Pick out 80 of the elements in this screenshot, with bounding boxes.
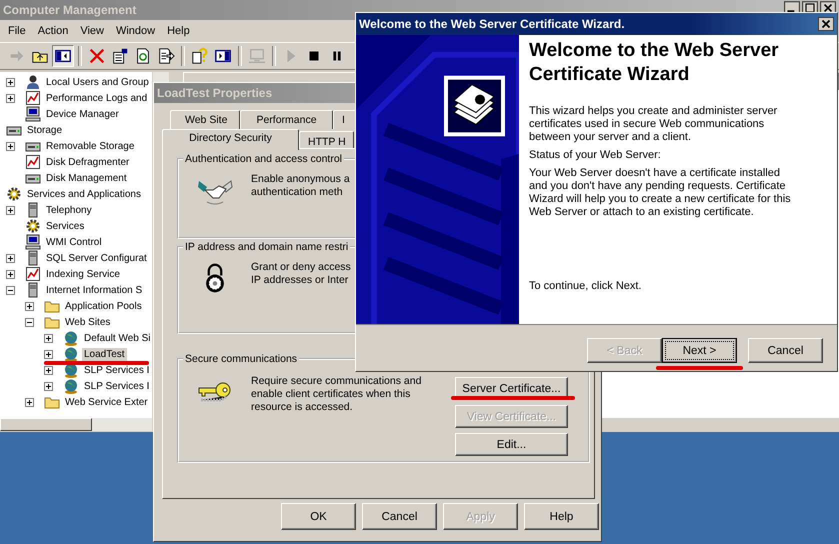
wizard-text: This wizard helps you create and administer server certificates used in secure Web communications between your server and a client.: [529, 105, 778, 144]
tree-item[interactable]: Performance Logs and: [44, 92, 150, 104]
tree-item[interactable]: SLP Services I: [82, 380, 152, 392]
description-text: Enable anonymous a: [251, 173, 350, 186]
expand-toggle[interactable]: [25, 302, 34, 310]
chart-icon: [25, 154, 41, 170]
description-text: resource is accessed.: [251, 401, 354, 414]
expand-toggle[interactable]: [25, 398, 34, 406]
tab[interactable]: Directory Security: [162, 129, 299, 150]
menu-item[interactable]: View: [74, 23, 110, 39]
tree-item[interactable]: SLP Services I: [82, 364, 152, 376]
description-text: Require secure communications and: [251, 375, 422, 388]
tree-pane-icon[interactable]: [52, 45, 74, 67]
chart-icon: [25, 266, 41, 282]
expand-toggle[interactable]: [25, 318, 34, 326]
menu-item[interactable]: Window: [110, 23, 162, 39]
expand-toggle[interactable]: [44, 350, 53, 358]
gear-icon: [6, 186, 22, 202]
expand-toggle[interactable]: [6, 286, 15, 294]
expand-toggle[interactable]: [6, 94, 15, 102]
menu-item[interactable]: File: [2, 23, 32, 39]
tree-item[interactable]: Application Pools: [63, 300, 144, 312]
group-title: IP address and domain name restri: [184, 241, 350, 253]
tree-item[interactable]: Storage: [25, 124, 64, 136]
expand-toggle[interactable]: [6, 78, 15, 86]
globe-icon: [63, 378, 79, 394]
computer-icon: [25, 234, 41, 250]
wizard-button[interactable]: Next >: [662, 338, 737, 363]
user-icon: [25, 74, 41, 90]
wizard-text: Status of your Web Server:: [529, 149, 662, 162]
group-title: Authentication and access control: [184, 153, 344, 165]
wizard-button[interactable]: Cancel: [748, 338, 823, 363]
expand-toggle[interactable]: [44, 382, 53, 390]
close-icon[interactable]: [818, 17, 834, 31]
chart-icon: [25, 90, 41, 106]
tree-item[interactable]: WMI Control: [44, 236, 104, 248]
description-text: Grant or deny access: [251, 261, 351, 274]
description-text: authentication meth: [251, 186, 344, 199]
expand-toggle[interactable]: [6, 142, 15, 150]
tree-item[interactable]: Local Users and Group: [44, 76, 151, 88]
wizard-text: Your Web Server doesn't have a certificate installed and you don't have any pending requests. Certificate Wizard will help you to create a new certificate for this Web Server or attach to an existing certificate.: [529, 167, 792, 219]
dialog-button[interactable]: Help: [524, 503, 599, 530]
menu-item[interactable]: Help: [161, 23, 196, 39]
tree-item[interactable]: Disk Management: [44, 172, 129, 184]
tree-item[interactable]: LoadTest: [82, 348, 127, 360]
tab[interactable]: HTTP H: [299, 131, 354, 148]
dialog-button[interactable]: OK: [281, 503, 356, 530]
tree-item[interactable]: Indexing Service: [44, 268, 122, 280]
tree-item[interactable]: Telephony: [44, 204, 94, 216]
window-title: Computer Management: [3, 3, 136, 17]
tree-item[interactable]: Web Sites: [63, 316, 112, 328]
globe-icon: [63, 330, 79, 346]
scrollbar[interactable]: [0, 418, 152, 431]
description-text: IP addresses or Inter: [251, 274, 350, 287]
gear-icon: [25, 218, 41, 234]
expand-toggle[interactable]: [44, 366, 53, 374]
tree-item[interactable]: SQL Server Configurat: [44, 252, 149, 264]
tree-item[interactable]: Internet Information S: [44, 284, 144, 296]
expand-toggle[interactable]: [6, 270, 15, 278]
expand-toggle[interactable]: [6, 254, 15, 262]
globe-icon: [63, 346, 79, 362]
tree-item[interactable]: Services and Applications: [25, 188, 143, 200]
action-button[interactable]: Edit...: [455, 433, 568, 456]
tree-item[interactable]: Default Web Si: [82, 332, 152, 344]
tree-item[interactable]: Services: [44, 220, 86, 232]
tree-item[interactable]: Device Manager: [44, 108, 121, 120]
menu-item[interactable]: Action: [32, 23, 74, 39]
tree-item[interactable]: Disk Defragmenter: [44, 156, 132, 168]
wizard-heading: Welcome to the Web Server Certificate Wizard: [529, 39, 780, 87]
dialog-button[interactable]: Cancel: [362, 503, 437, 530]
expand-toggle[interactable]: [6, 206, 15, 214]
window-title: Welcome to the Web Server Certificate Wizard.: [359, 17, 625, 31]
description-text: enable client certificates when this: [251, 388, 412, 401]
computer-icon: [25, 106, 41, 122]
window-title: LoadTest Properties: [157, 86, 272, 100]
wizard-text: To continue, click Next.: [529, 280, 642, 293]
tree-item[interactable]: Web Service Exter: [63, 396, 150, 408]
expand-toggle[interactable]: [44, 334, 53, 342]
tree-item[interactable]: Removable Storage: [44, 140, 136, 152]
group-title: Secure communications: [184, 353, 298, 365]
